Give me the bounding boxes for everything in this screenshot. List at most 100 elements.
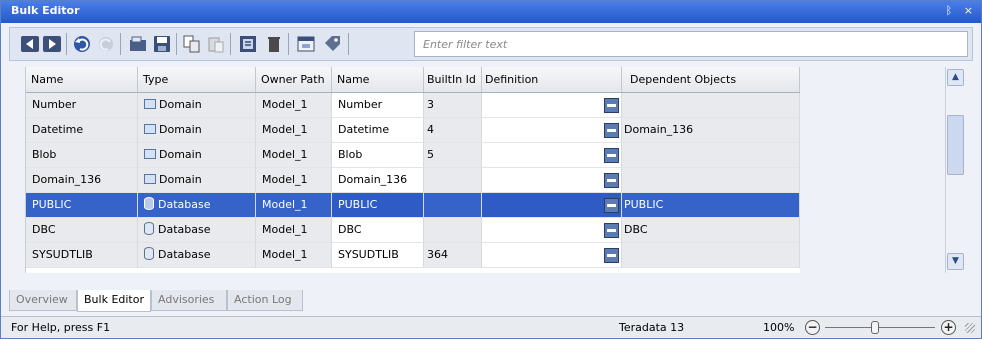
domain-icon: [144, 174, 156, 184]
cell-owner-path: Model_1: [256, 243, 332, 268]
cell-type: Domain: [138, 143, 256, 168]
zoom-slider-track[interactable]: [825, 327, 935, 328]
cell-name-text: Number: [32, 98, 77, 111]
zoom-out-icon[interactable]: −: [805, 320, 820, 335]
cell-type-text: Domain: [159, 123, 202, 136]
cell-name-2[interactable]: DBC: [332, 218, 424, 243]
properties-icon[interactable]: [238, 34, 258, 54]
cell-dependent-objects: [622, 93, 800, 118]
delete-icon[interactable]: [264, 34, 284, 54]
zoom-in-icon[interactable]: +: [941, 320, 956, 335]
ellipsis-button-icon[interactable]: [604, 123, 619, 138]
cell-type-text: Domain: [159, 98, 202, 111]
cell-dependent-objects: [622, 243, 800, 268]
cell-name: Datetime: [26, 118, 138, 143]
cell-owner-path: Model_1: [256, 218, 332, 243]
table-row[interactable]: SYSUDTLIB Database Model_1 SYSUDTLIB 364: [26, 243, 800, 268]
cell-name-2-text: Domain_136: [338, 173, 408, 186]
ellipsis-button-icon[interactable]: [604, 198, 619, 213]
cell-dependent-objects: PUBLIC: [622, 193, 800, 218]
save-icon[interactable]: [152, 34, 172, 54]
scroll-up-icon[interactable]: ▲: [947, 69, 964, 86]
table-row[interactable]: Blob Domain Model_1 Blob 5: [26, 143, 800, 168]
cell-name-2[interactable]: Blob: [332, 143, 424, 168]
ellipsis-button-icon[interactable]: [604, 148, 619, 163]
zoom-level: 100%: [763, 321, 795, 334]
view-icon[interactable]: [296, 34, 316, 54]
close-icon[interactable]: ×: [964, 4, 973, 17]
prev-icon[interactable]: [20, 34, 40, 54]
undo-icon[interactable]: [72, 34, 92, 54]
cell-name: SYSUDTLIB: [26, 243, 138, 268]
tag-icon[interactable]: [322, 34, 342, 54]
tab-overview[interactable]: Overview: [9, 290, 77, 311]
column-header-builtin-id[interactable]: BuiltIn Id: [424, 67, 482, 92]
table-row[interactable]: Domain_136 Domain Model_1 Domain_136: [26, 168, 800, 193]
copy-icon[interactable]: [182, 34, 202, 54]
cell-definition[interactable]: [482, 118, 622, 143]
cell-dependent-objects: DBC: [622, 218, 800, 243]
cell-builtin-id: 364: [424, 243, 482, 268]
table-row[interactable]: Datetime Domain Model_1 Datetime 4 Domain_136: [26, 118, 800, 143]
cell-definition[interactable]: [482, 243, 622, 268]
tab-bulk-editor[interactable]: Bulk Editor: [77, 290, 151, 312]
column-header-definition[interactable]: Definition: [482, 67, 622, 92]
scroll-down-icon[interactable]: ▼: [947, 253, 964, 270]
cell-name-2[interactable]: Datetime: [332, 118, 424, 143]
column-header-name[interactable]: Name: [26, 67, 138, 92]
cell-name: Blob: [26, 143, 138, 168]
cell-type: Domain: [138, 118, 256, 143]
table-row[interactable]: DBC Database Model_1 DBC DBC: [26, 218, 800, 243]
cell-definition[interactable]: [482, 193, 622, 218]
zoom-slider-thumb[interactable]: [870, 321, 879, 334]
paste-icon[interactable]: [206, 34, 226, 54]
database-icon: [144, 197, 154, 210]
cell-name-2-text: Blob: [338, 148, 363, 161]
cell-builtin-id: 4: [424, 118, 482, 143]
tab-action-log[interactable]: Action Log: [227, 290, 303, 311]
cell-type: Domain: [138, 93, 256, 118]
next-icon[interactable]: [42, 34, 62, 54]
cell-name-2[interactable]: SYSUDTLIB: [332, 243, 424, 268]
column-header-dependent-objects[interactable]: Dependent Objects: [622, 67, 800, 92]
cell-definition[interactable]: [482, 143, 622, 168]
cell-definition[interactable]: [482, 93, 622, 118]
cell-name-2[interactable]: PUBLIC: [332, 193, 424, 218]
table-row[interactable]: PUBLIC Database Model_1 PUBLIC PUBLIC: [26, 193, 800, 218]
cell-builtin-id-text: 3: [427, 98, 434, 111]
cell-dependent-objects: [622, 168, 800, 193]
cell-builtin-id: [424, 218, 482, 243]
column-header-type[interactable]: Type: [138, 67, 256, 92]
ellipsis-button-icon[interactable]: [604, 223, 619, 238]
column-header-owner-path[interactable]: Owner Path: [256, 67, 332, 92]
cell-name-text: Datetime: [32, 123, 84, 136]
open-icon[interactable]: [128, 34, 148, 54]
cell-definition[interactable]: [482, 218, 622, 243]
ellipsis-button-icon[interactable]: [604, 98, 619, 113]
cell-name-2[interactable]: Domain_136: [332, 168, 424, 193]
redo-icon[interactable]: [96, 34, 116, 54]
cell-name-text: Blob: [32, 148, 57, 161]
tab-advisories[interactable]: Advisories: [151, 290, 227, 311]
cell-owner-path-text: Model_1: [262, 223, 308, 236]
cell-name-2[interactable]: Number: [332, 93, 424, 118]
cell-owner-path-text: Model_1: [262, 123, 308, 136]
cell-owner-path-text: Model_1: [262, 173, 308, 186]
status-bar: For Help, press F1 Teradata 13 100% − +: [1, 316, 981, 338]
cell-builtin-id-text: 4: [427, 123, 434, 136]
cell-builtin-id-text: 364: [427, 248, 448, 261]
cell-type: Database: [138, 218, 256, 243]
filter-input[interactable]: [414, 31, 968, 57]
scroll-thumb[interactable]: [947, 115, 964, 175]
ellipsis-button-icon[interactable]: [604, 248, 619, 263]
ellipsis-button-icon[interactable]: [604, 173, 619, 188]
resize-grip[interactable]: [965, 323, 975, 333]
cell-owner-path: Model_1: [256, 118, 332, 143]
cell-builtin-id-text: 5: [427, 148, 434, 161]
cell-name: Domain_136: [26, 168, 138, 193]
cell-definition[interactable]: [482, 168, 622, 193]
table-row[interactable]: Number Domain Model_1 Number 3: [26, 93, 800, 118]
column-header-name-2[interactable]: Name: [332, 67, 424, 92]
pin-icon[interactable]: ᛒ: [946, 4, 953, 17]
vertical-scrollbar[interactable]: ▲ ▼: [945, 67, 965, 273]
